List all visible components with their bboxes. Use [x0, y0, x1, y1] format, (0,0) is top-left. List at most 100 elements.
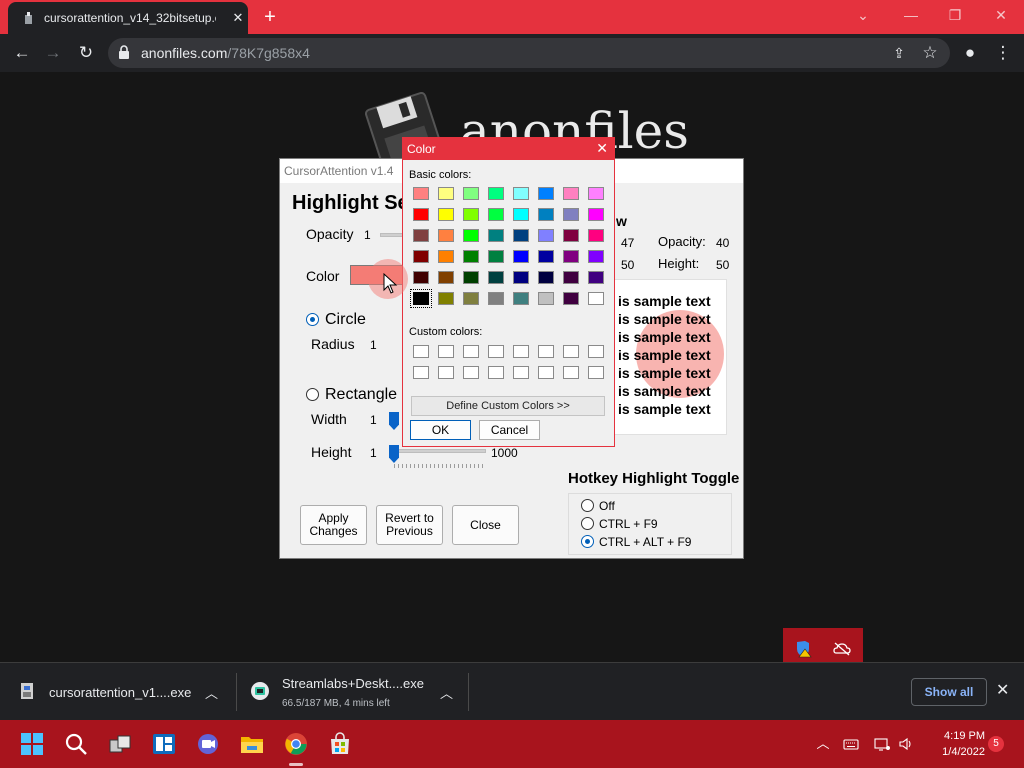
basic-color-swatch[interactable] [538, 187, 554, 200]
chrome-icon[interactable] [284, 732, 308, 756]
tab-close-icon[interactable]: ✕ [228, 8, 248, 28]
basic-color-swatch[interactable] [488, 229, 504, 242]
close-shelf-icon[interactable]: ✕ [996, 680, 1009, 700]
back-arrow-icon[interactable]: ← [9, 40, 35, 66]
close-button[interactable]: Close [452, 505, 519, 545]
basic-color-swatch[interactable] [413, 229, 429, 242]
basic-color-swatch[interactable] [513, 271, 529, 284]
basic-color-swatch[interactable] [563, 229, 579, 242]
opacity-slider[interactable] [380, 233, 404, 237]
custom-color-swatch[interactable] [588, 366, 604, 379]
basic-color-swatch[interactable] [538, 208, 554, 221]
chevron-up-icon[interactable]: ︿ [440, 683, 453, 702]
hotkey-ctrl-alt-f9-radio[interactable] [581, 535, 594, 548]
basic-color-swatch[interactable] [488, 271, 504, 284]
minimize-button[interactable]: — [888, 0, 934, 30]
tab-search-icon[interactable]: ⌄ [840, 0, 886, 30]
profile-icon[interactable]: ● [957, 40, 983, 66]
custom-color-swatch[interactable] [563, 345, 579, 358]
download-item[interactable]: cursorattention_v1....exe ︿ [0, 663, 234, 721]
basic-color-swatch[interactable] [438, 187, 454, 200]
browser-tab[interactable]: cursorattention_v14_32bitsetup.e ✕ [8, 2, 248, 34]
forward-arrow-icon[interactable]: → [40, 40, 66, 66]
custom-color-swatch[interactable] [588, 345, 604, 358]
custom-color-swatch[interactable] [563, 366, 579, 379]
basic-color-swatch[interactable] [438, 208, 454, 221]
basic-color-swatch[interactable] [588, 271, 604, 284]
keyboard-icon[interactable] [843, 736, 859, 752]
file-explorer-icon[interactable] [240, 732, 264, 756]
revert-button[interactable]: Revert to Previous [376, 505, 443, 545]
custom-color-swatch[interactable] [538, 345, 554, 358]
hotkey-ctrl-f9-radio[interactable] [581, 517, 594, 530]
address-bar[interactable]: anonfiles.com/78K7g858x4 [108, 38, 950, 68]
height-slider-thumb[interactable] [389, 445, 399, 463]
restore-button[interactable]: ❐ [932, 0, 978, 30]
hotkey-off-radio[interactable] [581, 499, 594, 512]
basic-color-swatch[interactable] [463, 292, 479, 305]
basic-color-swatch[interactable] [513, 292, 529, 305]
basic-color-swatch[interactable] [413, 250, 429, 263]
chevron-up-icon[interactable]: ︿ [815, 736, 831, 752]
teams-chat-icon[interactable] [196, 732, 220, 756]
basic-color-swatch[interactable] [538, 229, 554, 242]
width-slider-thumb[interactable] [389, 412, 399, 430]
share-icon[interactable]: ⇪ [886, 40, 912, 66]
widgets-icon[interactable] [152, 732, 176, 756]
basic-color-swatch[interactable] [563, 187, 579, 200]
basic-color-swatch[interactable] [413, 187, 429, 200]
height-slider-track[interactable] [394, 449, 486, 453]
network-icon[interactable] [874, 736, 890, 752]
custom-color-swatch[interactable] [513, 366, 529, 379]
basic-color-swatch[interactable] [463, 187, 479, 200]
custom-color-swatch[interactable] [463, 366, 479, 379]
clock-date[interactable]: 1/4/2022 [933, 746, 985, 758]
basic-color-swatch[interactable] [588, 229, 604, 242]
custom-color-swatch[interactable] [488, 366, 504, 379]
custom-color-swatch[interactable] [413, 366, 429, 379]
custom-color-swatch[interactable] [513, 345, 529, 358]
chevron-up-icon[interactable]: ︿ [205, 683, 218, 702]
basic-color-swatch[interactable] [438, 292, 454, 305]
basic-color-swatch[interactable] [438, 250, 454, 263]
basic-color-swatch[interactable] [513, 250, 529, 263]
basic-color-swatch[interactable] [488, 208, 504, 221]
ok-button[interactable]: OK [410, 420, 471, 440]
bookmark-star-icon[interactable]: ☆ [917, 40, 943, 66]
cancel-button[interactable]: Cancel [479, 420, 540, 440]
volume-icon[interactable] [898, 736, 914, 752]
security-warning-icon[interactable] [795, 640, 813, 658]
new-tab-button[interactable]: + [258, 5, 282, 29]
basic-color-swatch[interactable] [438, 271, 454, 284]
basic-color-swatch[interactable] [410, 289, 432, 308]
basic-color-swatch[interactable] [463, 271, 479, 284]
task-view-icon[interactable] [108, 732, 132, 756]
basic-color-swatch[interactable] [538, 292, 554, 305]
dialog-close-icon[interactable]: ✕ [596, 140, 608, 157]
basic-color-swatch[interactable] [563, 292, 579, 305]
clock-time[interactable]: 4:19 PM [933, 730, 985, 742]
basic-color-swatch[interactable] [463, 250, 479, 263]
basic-color-swatch[interactable] [588, 292, 604, 305]
circle-radio[interactable] [306, 313, 319, 326]
basic-color-swatch[interactable] [513, 229, 529, 242]
basic-color-swatch[interactable] [538, 250, 554, 263]
reload-icon[interactable]: ↻ [73, 40, 99, 66]
onedrive-offline-icon[interactable] [833, 640, 851, 658]
basic-color-swatch[interactable] [513, 187, 529, 200]
basic-color-swatch[interactable] [488, 292, 504, 305]
basic-color-swatch[interactable] [513, 208, 529, 221]
download-item[interactable]: Streamlabs+Deskt....exe 66.5/187 MB, 4 m… [238, 663, 468, 721]
basic-color-swatch[interactable] [438, 229, 454, 242]
basic-color-swatch[interactable] [488, 250, 504, 263]
basic-color-swatch[interactable] [588, 208, 604, 221]
menu-kebab-icon[interactable]: ⋮ [990, 40, 1016, 66]
basic-color-swatch[interactable] [413, 208, 429, 221]
custom-color-swatch[interactable] [413, 345, 429, 358]
custom-color-swatch[interactable] [438, 366, 454, 379]
notification-count-badge[interactable]: 5 [988, 736, 1004, 752]
basic-color-swatch[interactable] [563, 250, 579, 263]
start-icon[interactable] [20, 732, 44, 756]
basic-color-swatch[interactable] [463, 229, 479, 242]
custom-color-swatch[interactable] [538, 366, 554, 379]
